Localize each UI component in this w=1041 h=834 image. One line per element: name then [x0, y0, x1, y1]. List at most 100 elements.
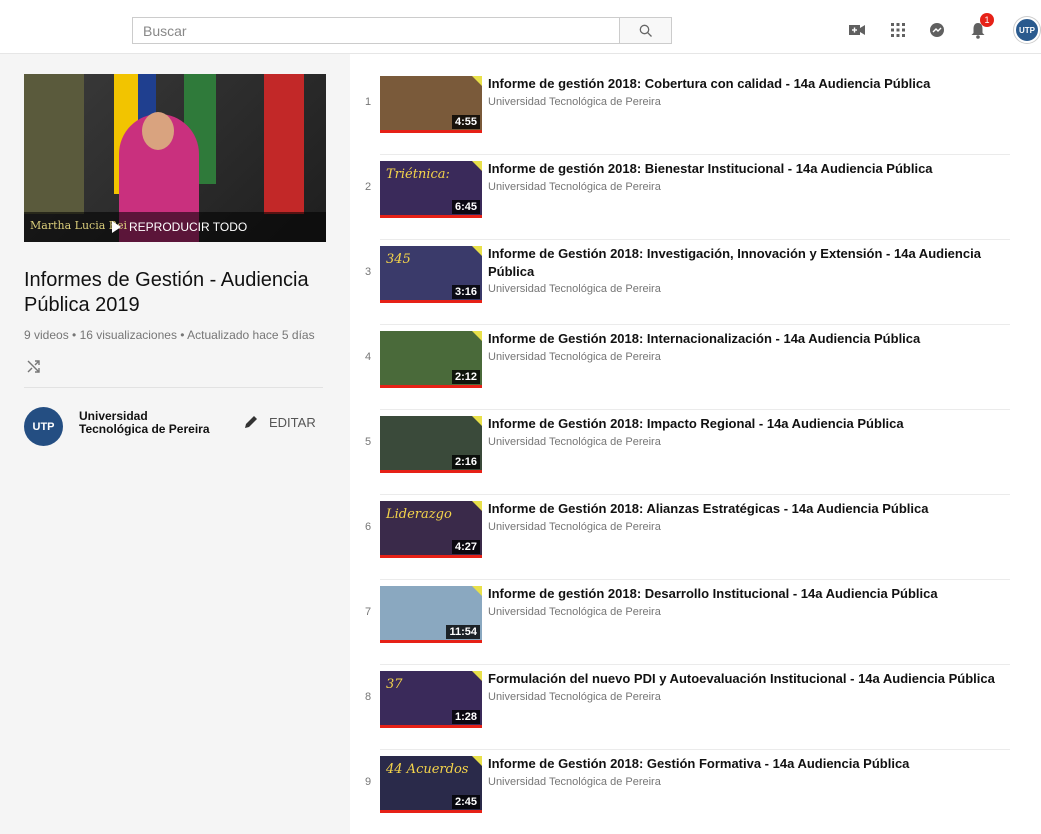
video-duration: 2:16 — [451, 455, 480, 469]
notifications-button[interactable]: 1 — [966, 13, 994, 42]
video-title[interactable]: Informe de Gestión 2018: Investigación, … — [488, 245, 1003, 281]
playlist-video-row[interactable]: 4 2:12 Informe de Gestión 2018: Internac… — [358, 327, 1010, 412]
search-icon — [639, 24, 652, 37]
video-index: 4 — [364, 351, 372, 363]
row-divider — [380, 749, 1010, 750]
video-index: 5 — [364, 436, 372, 448]
video-duration: 4:27 — [451, 540, 480, 554]
progress-bar — [380, 470, 482, 473]
video-channel[interactable]: Universidad Tecnológica de Pereira — [488, 521, 661, 533]
row-divider — [380, 154, 1010, 155]
video-title[interactable]: Informe de Gestión 2018: Gestión Formati… — [488, 755, 1003, 773]
edit-button[interactable]: EDITAR — [243, 414, 316, 430]
video-title[interactable]: Informe de gestión 2018: Desarrollo Inst… — [488, 585, 1003, 603]
pencil-icon — [245, 416, 257, 428]
video-duration: 3:16 — [451, 285, 480, 299]
video-camera-icon — [849, 25, 865, 35]
row-divider — [380, 664, 1010, 665]
progress-bar — [380, 640, 482, 643]
progress-bar — [380, 725, 482, 728]
video-index: 1 — [364, 96, 372, 108]
video-channel[interactable]: Universidad Tecnológica de Pereira — [488, 691, 661, 703]
notification-badge: 1 — [980, 13, 994, 27]
video-thumbnail[interactable]: Triétnica: 6:45 — [380, 161, 482, 218]
video-channel[interactable]: Universidad Tecnológica de Pereira — [488, 606, 661, 618]
play-all-button[interactable]: REPRODUCIR TODO — [112, 220, 247, 234]
search-box — [132, 17, 619, 44]
shuffle-button[interactable] — [26, 358, 42, 374]
playlist-video-row[interactable]: 3 345 3:16 Informe de Gestión 2018: Inve… — [358, 242, 1010, 327]
progress-bar — [380, 810, 482, 813]
thumb-overlay-text: 345 — [386, 252, 411, 267]
video-title[interactable]: Informe de Gestión 2018: Internacionaliz… — [488, 330, 1003, 348]
row-divider — [380, 324, 1010, 325]
video-channel[interactable]: Universidad Tecnológica de Pereira — [488, 181, 661, 193]
progress-bar — [380, 215, 482, 218]
video-title[interactable]: Informe de gestión 2018: Bienestar Insti… — [488, 160, 1003, 178]
playlist-video-row[interactable]: 6 Liderazgo 4:27 Informe de Gestión 2018… — [358, 497, 1010, 582]
video-thumbnail[interactable]: 11:54 — [380, 586, 482, 643]
thumb-overlay-text: Liderazgo — [386, 507, 452, 522]
video-channel[interactable]: Universidad Tecnológica de Pereira — [488, 96, 661, 108]
video-thumbnail[interactable]: 2:12 — [380, 331, 482, 388]
sidebar-divider — [24, 387, 323, 388]
video-title[interactable]: Formulación del nuevo PDI y Autoevaluaci… — [488, 670, 1003, 688]
video-duration: 2:45 — [451, 795, 480, 809]
video-title[interactable]: Informe de Gestión 2018: Impacto Regiona… — [488, 415, 1003, 433]
progress-bar — [380, 555, 482, 558]
playlist-sidebar: Martha Lucia Rei REPRODUCIR TODO Informe… — [0, 54, 349, 834]
top-bar: 1 UTP — [0, 0, 1041, 54]
progress-bar — [380, 130, 482, 133]
shuffle-icon — [27, 360, 40, 373]
video-title[interactable]: Informe de Gestión 2018: Alianzas Estrat… — [488, 500, 1003, 518]
playlist-video-row[interactable]: 2 Triétnica: 6:45 Informe de gestión 201… — [358, 157, 1010, 242]
progress-bar — [380, 385, 482, 388]
playlist-video-row[interactable]: 1 4:55 Informe de gestión 2018: Cobertur… — [358, 72, 1010, 157]
playlist-video-row[interactable]: 7 11:54 Informe de gestión 2018: Desarro… — [358, 582, 1010, 667]
thumb-overlay-text: 37 — [386, 677, 403, 692]
playlist-video-row[interactable]: 8 37 1:28 Formulación del nuevo PDI y Au… — [358, 667, 1010, 752]
video-duration: 2:12 — [451, 370, 480, 384]
upload-video-button[interactable] — [845, 18, 869, 42]
video-channel[interactable]: Universidad Tecnológica de Pereira — [488, 283, 661, 295]
video-channel[interactable]: Universidad Tecnológica de Pereira — [488, 436, 661, 448]
video-duration: 11:54 — [446, 625, 480, 639]
video-thumbnail[interactable]: 44 Acuerdos 2:45 — [380, 756, 482, 813]
playlist-title: Informes de Gestión - Audiencia Pública … — [24, 269, 309, 316]
owner-name[interactable]: Universidad Tecnológica de Pereira — [79, 410, 219, 436]
row-divider — [380, 494, 1010, 495]
messages-icon — [930, 23, 944, 37]
video-thumbnail[interactable]: 2:16 — [380, 416, 482, 473]
apps-grid-icon — [891, 23, 905, 37]
video-thumbnail[interactable]: Liderazgo 4:27 — [380, 501, 482, 558]
play-all-label: REPRODUCIR TODO — [129, 220, 248, 234]
video-thumbnail[interactable]: 345 3:16 — [380, 246, 482, 303]
video-index: 9 — [364, 776, 372, 788]
search-input[interactable] — [133, 18, 619, 43]
messages-button[interactable] — [925, 18, 949, 42]
edit-label: EDITAR — [269, 414, 316, 430]
account-avatar[interactable]: UTP — [1014, 17, 1040, 43]
video-list: 1 4:55 Informe de gestión 2018: Cobertur… — [350, 54, 1041, 834]
playlist-thumbnail[interactable]: Martha Lucia Rei REPRODUCIR TODO — [24, 74, 326, 242]
playlist-video-row[interactable]: 5 2:16 Informe de Gestión 2018: Impacto … — [358, 412, 1010, 497]
row-divider — [380, 239, 1010, 240]
video-thumbnail[interactable]: 37 1:28 — [380, 671, 482, 728]
playlist-stats: 9 videos • 16 visualizaciones • Actualiz… — [24, 328, 315, 342]
thumb-overlay-text: 44 Acuerdos — [386, 762, 469, 777]
play-icon — [112, 221, 121, 233]
progress-bar — [380, 300, 482, 303]
search-button[interactable] — [619, 17, 672, 44]
video-channel[interactable]: Universidad Tecnológica de Pereira — [488, 351, 661, 363]
video-title[interactable]: Informe de gestión 2018: Cobertura con c… — [488, 75, 1003, 93]
video-index: 7 — [364, 606, 372, 618]
video-index: 6 — [364, 521, 372, 533]
row-divider — [380, 579, 1010, 580]
apps-button[interactable] — [886, 18, 910, 42]
row-divider — [380, 409, 1010, 410]
video-thumbnail[interactable]: 4:55 — [380, 76, 482, 133]
video-channel[interactable]: Universidad Tecnológica de Pereira — [488, 776, 661, 788]
video-index: 3 — [364, 266, 372, 278]
playlist-video-row[interactable]: 9 44 Acuerdos 2:45 Informe de Gestión 20… — [358, 752, 1010, 834]
owner-avatar[interactable]: UTP — [24, 407, 63, 446]
